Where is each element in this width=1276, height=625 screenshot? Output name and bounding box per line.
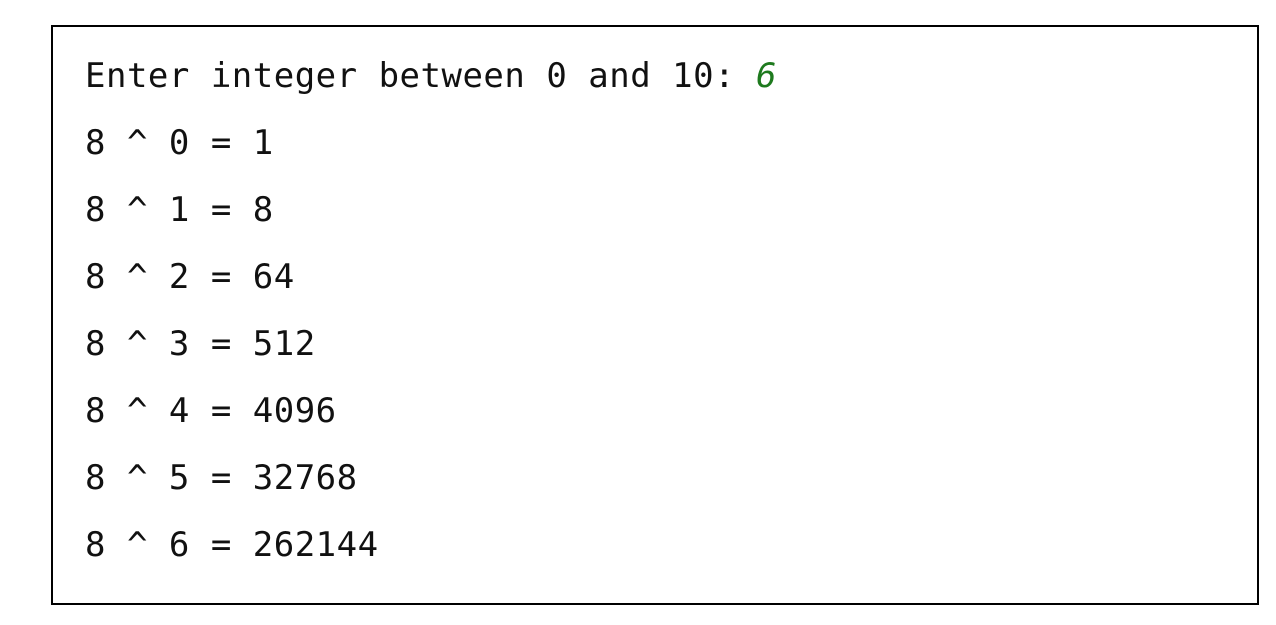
- prompt-line: Enter integer between 0 and 10: 6: [85, 43, 777, 110]
- output-line: 8 ^ 0 = 1: [85, 123, 274, 163]
- output-line: 8 ^ 4 = 4096: [85, 391, 337, 431]
- console-output-panel: Enter integer between 0 and 10: 6 8 ^ 0 …: [51, 25, 1259, 605]
- output-line: 8 ^ 3 = 512: [85, 324, 316, 364]
- prompt-text: Enter integer between 0 and 10:: [85, 56, 757, 96]
- console-lines: Enter integer between 0 and 10: 6 8 ^ 0 …: [85, 43, 777, 579]
- output-line: 8 ^ 6 = 262144: [85, 525, 379, 565]
- output-line: 8 ^ 2 = 64: [85, 257, 295, 297]
- user-input-value: 6: [756, 56, 778, 96]
- output-line: 8 ^ 5 = 32768: [85, 458, 358, 498]
- output-line: 8 ^ 1 = 8: [85, 190, 274, 230]
